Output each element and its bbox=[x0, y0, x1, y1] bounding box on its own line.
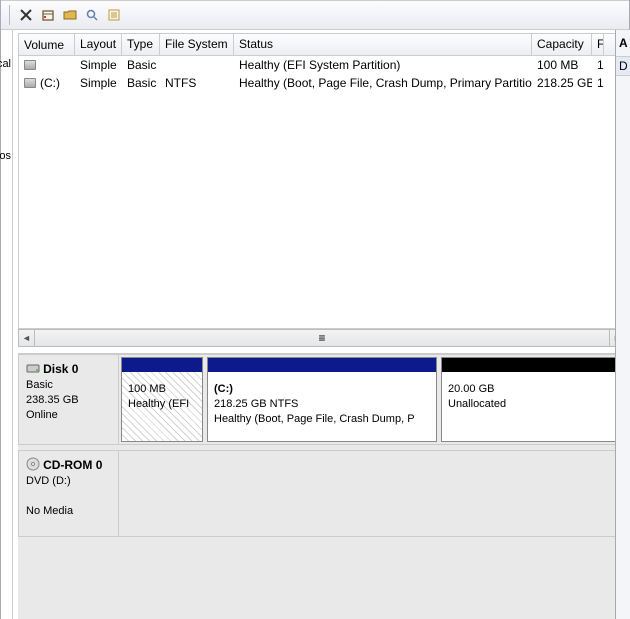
toolbar bbox=[1, 0, 629, 30]
partition[interactable]: 100 MB Healthy (EFI bbox=[121, 357, 203, 442]
toolbar-separator bbox=[9, 5, 10, 25]
left-label: os bbox=[0, 150, 11, 162]
disk-info[interactable]: Disk 0 Basic 238.35 GB Online bbox=[19, 355, 119, 444]
partition-text: 20.00 GB bbox=[448, 383, 494, 395]
delete-icon[interactable] bbox=[16, 5, 36, 25]
volume-free: 1 bbox=[592, 58, 604, 72]
drive-icon bbox=[24, 78, 36, 88]
volume-free: 1 bbox=[592, 76, 604, 90]
disk-info[interactable]: CD-ROM 0 DVD (D:) No Media bbox=[19, 451, 119, 536]
partition-body: 20.00 GB Unallocated bbox=[442, 372, 622, 441]
volume-capacity: 100 MB bbox=[532, 58, 592, 72]
partition-text: Unallocated bbox=[448, 398, 506, 410]
partition-header bbox=[208, 358, 436, 372]
scroll-left-icon[interactable]: ◄ bbox=[19, 330, 35, 346]
horizontal-scrollbar[interactable]: ◄ ≡ ► bbox=[18, 329, 626, 347]
open-icon[interactable] bbox=[60, 5, 80, 25]
volume-list-header: Volume Layout Type File System Status Ca… bbox=[19, 34, 628, 56]
properties-icon[interactable] bbox=[38, 5, 58, 25]
actions-item[interactable]: D bbox=[616, 56, 630, 76]
volume-status: Healthy (EFI System Partition) bbox=[234, 58, 532, 72]
partition-header bbox=[122, 358, 202, 372]
disk-graphical-panel: Disk 0 Basic 238.35 GB Online 100 MB Healthy … bbox=[18, 353, 629, 619]
disk-type: Basic bbox=[26, 379, 53, 391]
cd-icon bbox=[26, 460, 40, 472]
volume-status: Healthy (Boot, Page File, Crash Dump, Pr… bbox=[234, 76, 532, 90]
volume-type: Basic bbox=[122, 76, 160, 90]
volume-layout: Simple bbox=[75, 58, 122, 72]
partition-header bbox=[442, 358, 622, 372]
disk-entry: Disk 0 Basic 238.35 GB Online 100 MB Healthy … bbox=[18, 354, 629, 445]
col-filesystem[interactable]: File System bbox=[160, 34, 234, 55]
disk-size: 238.35 GB bbox=[26, 394, 79, 406]
disk-type: DVD (D:) bbox=[26, 475, 71, 487]
disk-icon bbox=[26, 364, 40, 376]
col-status[interactable]: Status bbox=[234, 34, 532, 55]
col-capacity[interactable]: Capacity bbox=[532, 34, 592, 55]
volume-capacity: 218.25 GB bbox=[532, 76, 592, 90]
col-layout[interactable]: Layout bbox=[75, 34, 122, 55]
drive-icon bbox=[24, 60, 36, 70]
find-icon[interactable] bbox=[82, 5, 102, 25]
disk-entry: CD-ROM 0 DVD (D:) No Media bbox=[18, 450, 629, 537]
col-free[interactable]: F bbox=[592, 34, 604, 55]
partition-body: 100 MB Healthy (EFI bbox=[122, 372, 202, 441]
col-volume[interactable]: Volume bbox=[19, 34, 75, 55]
scroll-grip-icon[interactable]: ≡ bbox=[317, 330, 327, 346]
volume-name: (C:) bbox=[40, 76, 60, 90]
partition-text: Healthy (EFI bbox=[128, 398, 189, 410]
partition-text: Healthy (Boot, Page File, Crash Dump, P bbox=[214, 413, 415, 425]
partition-text: 100 MB bbox=[128, 383, 166, 395]
disk-map: 100 MB Healthy (EFI (C:) 218.25 GB NTFS Hea… bbox=[119, 355, 628, 444]
left-sidebar-fragment: cal os bbox=[1, 30, 13, 619]
disk-map bbox=[119, 451, 628, 536]
volume-type: Basic bbox=[122, 58, 160, 72]
disk-state: Online bbox=[26, 409, 58, 421]
volume-fs: NTFS bbox=[160, 76, 234, 90]
volume-list: Volume Layout Type File System Status Ca… bbox=[18, 33, 629, 329]
partition-text: 218.25 GB NTFS bbox=[214, 398, 298, 410]
partition[interactable]: (C:) 218.25 GB NTFS Healthy (Boot, Page Fi… bbox=[207, 357, 437, 442]
details-icon[interactable] bbox=[104, 5, 124, 25]
volume-row[interactable]: (C:) SimpleBasicNTFSHealthy (Boot, Page F… bbox=[19, 74, 628, 92]
volume-row[interactable]: SimpleBasic Healthy (EFI System Partition… bbox=[19, 56, 628, 74]
partition-label: (C:) bbox=[214, 383, 233, 395]
actions-header: A bbox=[616, 30, 630, 56]
col-type[interactable]: Type bbox=[122, 34, 160, 55]
left-label: cal bbox=[0, 58, 11, 70]
partition-body: (C:) 218.25 GB NTFS Healthy (Boot, Page Fi… bbox=[208, 372, 436, 441]
disk-state: No Media bbox=[26, 505, 73, 517]
volume-layout: Simple bbox=[75, 76, 122, 90]
partition[interactable]: 20.00 GB Unallocated bbox=[441, 357, 623, 442]
actions-pane-fragment: A D bbox=[615, 30, 630, 619]
disk-name: CD-ROM 0 bbox=[43, 458, 102, 472]
disk-name: Disk 0 bbox=[43, 362, 78, 376]
